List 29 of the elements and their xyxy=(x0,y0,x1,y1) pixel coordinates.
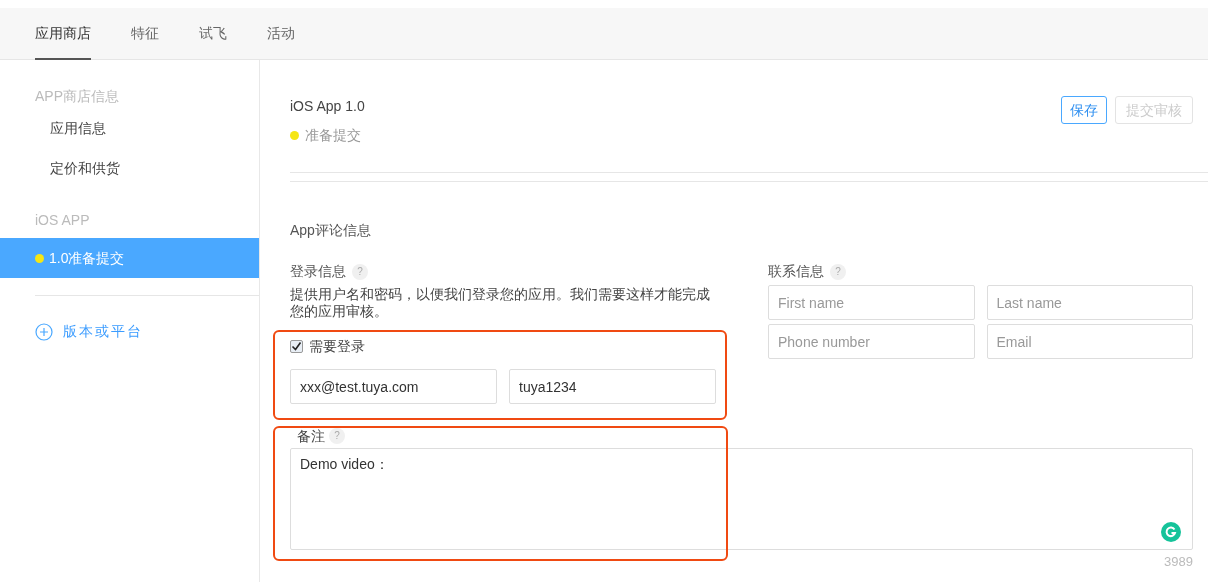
plus-circle-icon[interactable] xyxy=(35,322,53,341)
section-label: 登录信息 xyxy=(290,262,346,281)
nav-tab[interactable]: 应用商店 xyxy=(35,8,91,60)
nav-tab[interactable]: 活动 xyxy=(267,8,295,60)
sidebar-item[interactable]: 定价和供货 xyxy=(0,148,259,188)
status-text: 准备提交 xyxy=(305,126,361,145)
section-label: 联系信息 xyxy=(768,262,824,281)
nav-tab[interactable]: 特征 xyxy=(131,8,159,60)
section-title: App评论信息 xyxy=(290,221,372,240)
sidebar-heading: APP商店信息 xyxy=(34,86,120,106)
checkbox[interactable] xyxy=(290,340,303,353)
section-label: 备注 xyxy=(297,428,325,444)
sidebar-item[interactable]: 应用信息 xyxy=(0,108,259,148)
checkbox-label: 需要登录 xyxy=(309,337,365,356)
password-field[interactable]: tuya1234 xyxy=(509,369,716,404)
username-field[interactable]: xxx@test.tuya.com xyxy=(290,369,497,404)
save-button[interactable]: 保存 xyxy=(1061,96,1107,124)
nav-tab[interactable]: 试飞 xyxy=(199,8,227,60)
contact-field[interactable]: Phone number xyxy=(768,324,975,359)
description-text: 提供用户名和密码，以便我们登录您的应用。我们需要这样才能完成您的应用审核。 xyxy=(290,286,711,320)
contact-field[interactable]: Email xyxy=(986,324,1193,359)
character-counter: 3989 xyxy=(1164,553,1193,571)
version-title: iOS App 1.0 xyxy=(290,97,365,116)
sidebar-heading: iOS APP xyxy=(34,210,91,230)
add-version-link[interactable]: 版本或平台 xyxy=(63,321,143,342)
notes-field[interactable]: Demo video： xyxy=(290,448,1193,550)
contact-field[interactable]: First name xyxy=(768,285,975,320)
grammar-check-icon[interactable] xyxy=(1161,522,1181,542)
contact-field[interactable]: Last name xyxy=(986,285,1193,320)
